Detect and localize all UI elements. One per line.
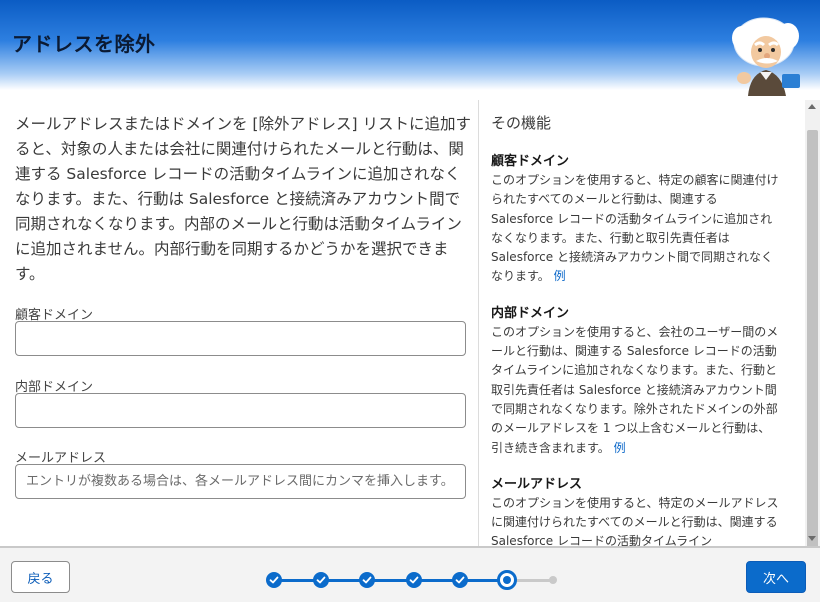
help-heading: 内部ドメイン	[491, 305, 570, 321]
check-icon	[269, 576, 279, 584]
help-section-internal-domain: 内部ドメイン このオプションを使用すると、会社のユーザー間のメールと行動は、関連…	[491, 304, 781, 458]
help-section-customer-domain: 顧客ドメイン このオプションを使用すると、特定の顧客に関連付けられたすべてのメー…	[491, 152, 781, 287]
scroll-up-arrow-icon[interactable]	[808, 104, 816, 109]
check-icon	[316, 576, 325, 584]
check-icon	[362, 576, 372, 584]
help-sections: 顧客ドメイン このオプションを使用すると、特定の顧客に関連付けられたすべてのメー…	[491, 152, 781, 546]
einstein-mascot-icon	[732, 17, 800, 96]
progress-step-complete	[312, 572, 329, 588]
help-section-email-address: メールアドレス このオプションを使用すると、特定のメールアドレスに関連付けられた…	[491, 475, 781, 546]
check-icon	[455, 576, 465, 584]
progress-step-complete	[452, 572, 468, 588]
progress-step-complete	[359, 572, 375, 588]
intro-text: メールアドレスまたはドメインを [除外アドレス] リストに追加すると、対象の人ま…	[15, 115, 471, 283]
progress-step-complete	[266, 572, 282, 588]
internal-domain-input[interactable]	[15, 393, 466, 428]
help-body: このオプションを使用すると、特定の顧客に関連付けられたすべてのメールと行動は、関…	[491, 173, 779, 284]
check-icon	[409, 576, 418, 584]
help-title: その機能	[491, 114, 552, 132]
progress-indicator	[262, 570, 562, 590]
help-body: このオプションを使用すると、特定のメールアドレスに関連付けられたすべてのメールと…	[491, 495, 779, 546]
modal-title: アドレスを除外	[12, 32, 156, 56]
modal-header: アドレスを除外	[0, 0, 820, 96]
customer-domain-input[interactable]	[15, 321, 466, 356]
scrollbar-thumb[interactable]	[807, 130, 818, 550]
form-panel: メールアドレスまたはドメインを [除外アドレス] リストに追加すると、対象の人ま…	[0, 100, 479, 546]
help-heading: メールアドレス	[491, 476, 583, 492]
help-body: このオプションを使用すると、会社のユーザー間のメールと行動は、関連する Sale…	[491, 324, 779, 455]
progress-step-current	[496, 570, 517, 590]
example-link[interactable]: 例	[554, 269, 566, 283]
modal-footer: 戻る 次へ	[0, 546, 820, 602]
example-link[interactable]: 例	[614, 441, 626, 455]
progress-step-complete	[405, 572, 422, 588]
email-input[interactable]	[15, 464, 466, 499]
help-scrollbar[interactable]	[805, 100, 820, 550]
next-button[interactable]: 次へ	[746, 561, 806, 593]
help-heading: 顧客ドメイン	[491, 154, 570, 169]
help-panel: その機能 顧客ドメイン このオプションを使用すると、特定の顧客に関連付けられたす…	[479, 100, 805, 546]
progress-step-upcoming	[549, 576, 557, 584]
back-button[interactable]: 戻る	[11, 561, 70, 593]
scroll-down-arrow-icon[interactable]	[808, 536, 816, 541]
